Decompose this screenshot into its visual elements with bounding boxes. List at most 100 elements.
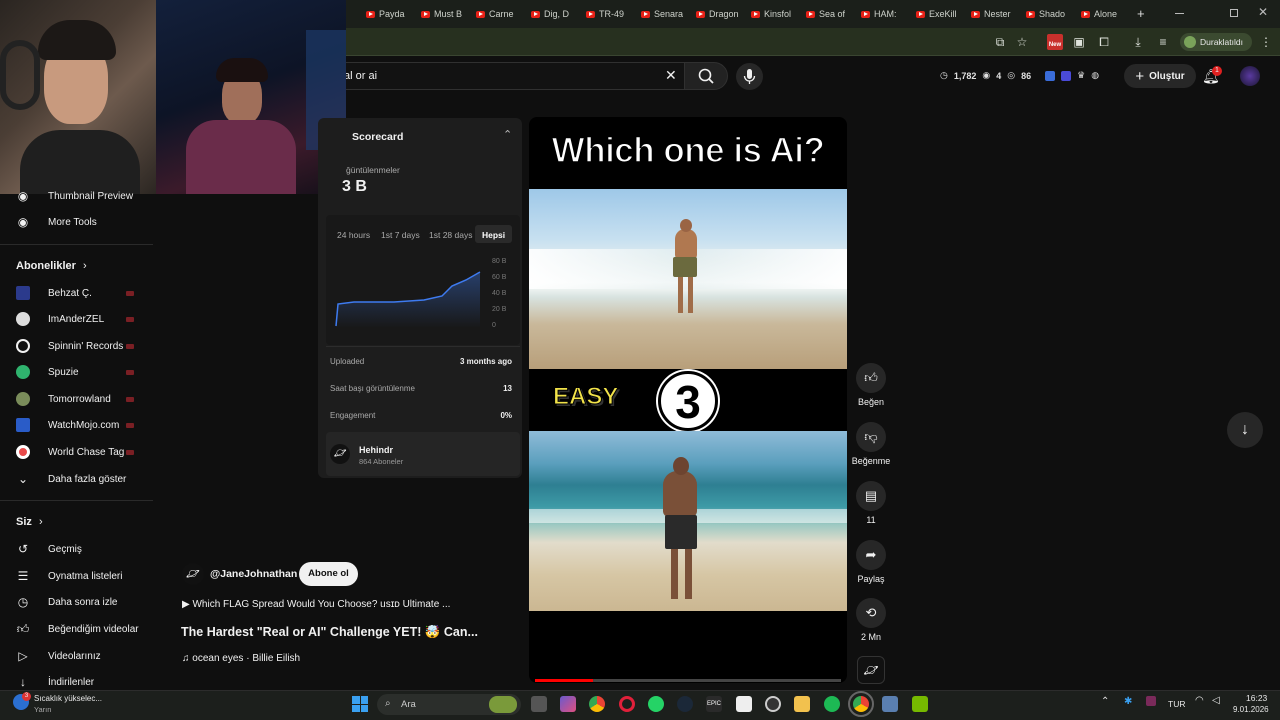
remix-button[interactable]: ⟲ 2 Mn [856, 598, 886, 642]
extension-badge-icon[interactable] [1045, 70, 1056, 81]
range-tab-7d[interactable]: 1st 7 days [381, 230, 420, 240]
extension-badge-icon[interactable] [1061, 70, 1072, 81]
sidebar-item-imanderzel[interactable]: ImAnderZEL [16, 308, 104, 330]
opera-icon[interactable] [619, 696, 635, 712]
download-icon[interactable]: ⤓ [1131, 35, 1145, 49]
tab-label: ExeKill [929, 9, 957, 19]
shorts-video-player[interactable]: Which one is Ai? EASY 3 [529, 117, 847, 683]
new-tab-button[interactable]: + [1137, 6, 1145, 21]
volume-icon[interactable]: ◁ [1212, 695, 1220, 706]
wifi-icon[interactable]: ◠ [1195, 695, 1204, 706]
taskbar-search[interactable]: ⌕ Ara [377, 694, 521, 715]
minimize-icon[interactable] [1175, 13, 1184, 14]
search-input[interactable] [332, 62, 684, 90]
task-view-icon[interactable] [531, 696, 547, 712]
sidebar-item-watchmojo[interactable]: WatchMojo.com [16, 414, 119, 436]
you-header[interactable]: Siz › [16, 516, 43, 528]
sidebar-item-world-chase-tag[interactable]: World Chase Tag [16, 441, 124, 463]
browser-tab[interactable]: Shado [1026, 5, 1065, 23]
copilot-icon[interactable] [560, 696, 576, 712]
file-explorer-icon[interactable] [794, 696, 810, 712]
sidebar-item-history[interactable]: ↺ Geçmiş [16, 538, 82, 560]
playlist-link[interactable]: ▶ Which FLAG Spread Would You Choose? us… [182, 599, 482, 610]
browser-tab[interactable]: TR-49 [586, 5, 624, 23]
steam-icon[interactable] [677, 696, 693, 712]
like-button[interactable]: 👍︎ Beğen [856, 363, 886, 407]
sidebar-item-watch-later[interactable]: ◷ Daha sonra izle [16, 591, 118, 613]
sidebar-item-spuzie[interactable]: Spuzie [16, 361, 79, 383]
obs-icon[interactable] [765, 696, 781, 712]
show-more-button[interactable]: ⌄ Daha fazla göster [16, 468, 126, 490]
browser-tab[interactable]: HAM: [861, 5, 897, 23]
clock-date[interactable]: 9.01.2026 [1233, 705, 1269, 714]
nvidia-icon[interactable] [912, 696, 928, 712]
browser-tab[interactable]: ExeKill [916, 5, 957, 23]
range-tab-28d[interactable]: 1st 28 days [429, 230, 472, 240]
tray-app-icon[interactable] [1146, 696, 1156, 706]
search-button[interactable] [684, 62, 728, 90]
chat-app-icon[interactable] [736, 696, 752, 712]
sidebar-item-spinnin[interactable]: Spinnin' Records [16, 335, 123, 357]
maximize-icon[interactable] [1230, 9, 1238, 17]
comments-button[interactable]: ▤ 11 [856, 481, 886, 525]
profile-paused-chip[interactable]: Duraklatıldı [1180, 33, 1252, 51]
range-tab-all[interactable]: Hepsi [482, 230, 505, 240]
sidebar-item-your-videos[interactable]: ▷ Videolarınız [16, 645, 100, 667]
language-indicator[interactable]: TUR [1168, 699, 1185, 709]
chrome-icon[interactable] [589, 696, 605, 712]
channel-card[interactable] [326, 432, 520, 476]
browser-tab[interactable]: Must B [421, 5, 462, 23]
channel-avatar[interactable]: 🪐︎ [182, 563, 204, 585]
trophy-icon[interactable]: ♛ [1077, 70, 1085, 81]
account-avatar[interactable] [1240, 66, 1260, 86]
sidebar-item-tomorrowland[interactable]: Tomorrowland [16, 388, 111, 410]
channel-handle[interactable]: @JaneJohnathan [210, 568, 297, 580]
reading-list-icon[interactable]: ≡ [1156, 35, 1170, 49]
sidebar-item-behzat[interactable]: Behzat Ç. [16, 282, 92, 304]
browser-menu-icon[interactable]: ⋮ [1259, 35, 1273, 49]
extension-image-icon[interactable]: ▣ [1072, 35, 1086, 49]
browser-tab[interactable]: Sea of [806, 5, 845, 23]
sidebar-item-thumbnail-preview[interactable]: ◉ Thumbnail Preview [16, 185, 133, 207]
browser-tab[interactable]: Alone [1081, 5, 1117, 23]
windows-start-icon[interactable] [352, 696, 368, 712]
clock-time[interactable]: 16:23 [1246, 693, 1267, 703]
browser-tab[interactable]: Senara [641, 5, 683, 23]
browser-tab[interactable]: Kinsfol [751, 5, 791, 23]
clear-search-icon[interactable]: ✕ [665, 67, 677, 84]
sidebar-item-playlists[interactable]: ☰ Oynatma listeleri [16, 565, 123, 587]
browser-tab[interactable]: Nester [971, 5, 1011, 23]
subscriptions-header[interactable]: Abonelikler › [16, 260, 87, 272]
subscribe-button[interactable]: Abone ol [299, 562, 358, 586]
video-progress-bar[interactable] [535, 679, 841, 682]
epic-games-icon[interactable]: EPIC [706, 696, 722, 712]
music-link[interactable]: ♫ ocean eyes · Billie Eilish [182, 653, 300, 664]
next-video-button[interactable]: ↓ [1227, 412, 1263, 448]
dislike-button[interactable]: 👎︎ Beğenme [852, 422, 890, 466]
photos-icon[interactable] [882, 696, 898, 712]
weather-title[interactable]: Sıcaklık yükselec... [34, 694, 102, 703]
bookmark-star-icon[interactable]: ☆ [1015, 35, 1029, 49]
voice-search-button[interactable] [736, 63, 763, 90]
sound-avatar-icon[interactable]: 🪐︎ [857, 656, 885, 684]
browser-tab[interactable]: Carne [476, 5, 514, 23]
create-button[interactable]: + Oluştur [1124, 64, 1196, 88]
collapse-chevron-icon[interactable]: ⌃ [503, 128, 512, 141]
sidebar-item-liked[interactable]: 👍︎ Beğendiğim videolar [16, 618, 139, 640]
sidebar-item-more-tools[interactable]: ◉ More Tools [16, 211, 97, 233]
spotify-icon[interactable] [824, 696, 840, 712]
close-window-icon[interactable]: ✕ [1258, 5, 1268, 19]
browser-tab[interactable]: Payda [366, 5, 405, 23]
install-app-icon[interactable]: ⧉ [993, 35, 1007, 49]
chrome-active-icon[interactable] [848, 691, 874, 717]
bluetooth-icon[interactable]: ✱ [1124, 696, 1132, 707]
browser-tab[interactable]: Dig, D [531, 5, 569, 23]
share-button[interactable]: ➦ Paylaş [856, 540, 886, 584]
tray-chevron-up-icon[interactable]: ⌃ [1101, 696, 1109, 707]
browser-tab[interactable]: Dragon [696, 5, 739, 23]
bell-ring-icon[interactable]: ◍ [1091, 70, 1099, 81]
new-badge-icon[interactable]: New [1047, 34, 1063, 50]
extensions-puzzle-icon[interactable]: ⧠ [1097, 35, 1111, 49]
whatsapp-icon[interactable] [648, 696, 664, 712]
range-tab-24h[interactable]: 24 hours [337, 230, 370, 240]
